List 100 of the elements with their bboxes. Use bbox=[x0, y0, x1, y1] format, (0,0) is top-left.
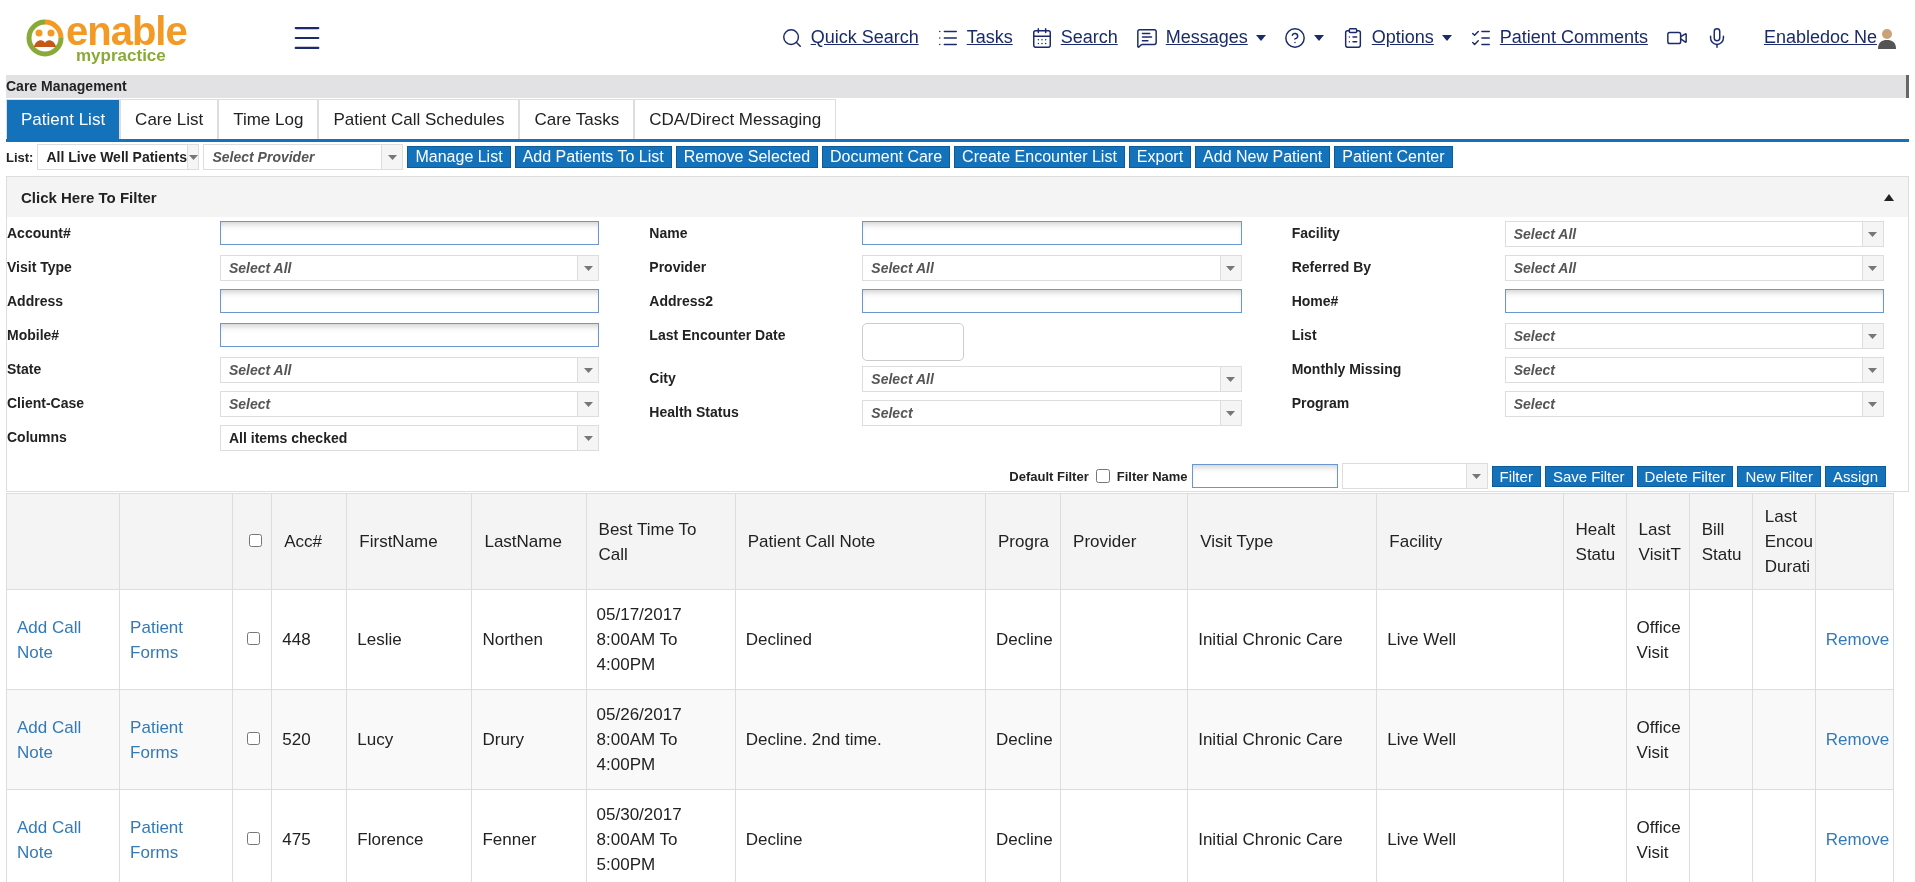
select-field[interactable]: Select All bbox=[220, 255, 600, 281]
caret-icon bbox=[1255, 34, 1266, 41]
select-field[interactable]: Select All bbox=[1504, 255, 1884, 281]
column-header: Last Encou Durati bbox=[1752, 493, 1816, 590]
table-cell: 05/30/2017 8:00AM To 5:00PM bbox=[586, 789, 736, 882]
tab[interactable]: Time Log bbox=[218, 99, 319, 139]
select-field[interactable]: Select bbox=[1504, 391, 1884, 417]
select-field[interactable]: Select All bbox=[862, 366, 1242, 392]
table-cell: 05/17/2017 8:00AM To 4:00PM bbox=[586, 589, 736, 690]
tab[interactable]: Care List bbox=[120, 99, 219, 139]
text-field[interactable] bbox=[862, 289, 1242, 313]
select-field[interactable]: Select bbox=[862, 400, 1242, 426]
checkbox[interactable] bbox=[1095, 469, 1110, 483]
column-header: Bill Statu bbox=[1689, 493, 1753, 590]
checkbox[interactable] bbox=[247, 832, 261, 845]
column-header: Facility bbox=[1376, 493, 1564, 590]
nav-icon-button[interactable] bbox=[1283, 26, 1324, 49]
field-label: Facility bbox=[1291, 224, 1341, 241]
table-cell: Declined bbox=[735, 589, 986, 690]
nav-link[interactable]: Patient Comments bbox=[1469, 26, 1648, 49]
action-button[interactable]: Export bbox=[1128, 146, 1192, 168]
filter-button[interactable]: Filter bbox=[1491, 465, 1541, 487]
text-field[interactable] bbox=[220, 221, 600, 245]
action-button[interactable]: Add Patients To List bbox=[514, 146, 672, 168]
dropdown-arrow-icon bbox=[583, 435, 593, 441]
nav-link[interactable]: Search bbox=[1030, 26, 1118, 49]
select-field[interactable]: All items checked bbox=[220, 425, 600, 451]
select-field[interactable]: Select Provider bbox=[203, 144, 404, 170]
filter-button[interactable]: Save Filter bbox=[1544, 465, 1633, 487]
field-label: Home# bbox=[1291, 292, 1340, 309]
dropdown-arrow-icon bbox=[583, 265, 593, 271]
action-button[interactable]: Add New Patient bbox=[1195, 146, 1331, 168]
nav-link[interactable]: Tasks bbox=[936, 26, 1013, 49]
table-cell: Decline bbox=[985, 789, 1061, 882]
table-cell: Florence bbox=[346, 789, 472, 882]
select-field[interactable] bbox=[1341, 463, 1488, 489]
table-cell: Northen bbox=[471, 589, 587, 690]
table-cell: 05/26/2017 8:00AM To 4:00PM bbox=[586, 689, 736, 790]
text-field[interactable] bbox=[1504, 289, 1884, 313]
checkbox[interactable] bbox=[247, 732, 261, 745]
select-field[interactable]: Select All bbox=[220, 357, 600, 383]
field-label: Monthly Missing bbox=[1291, 360, 1403, 377]
text-field[interactable] bbox=[862, 221, 1242, 245]
table-cell: Fenner bbox=[471, 789, 587, 882]
action-button[interactable]: Manage List bbox=[407, 146, 511, 168]
filter-button[interactable]: New Filter bbox=[1737, 465, 1821, 487]
text-field[interactable] bbox=[220, 323, 600, 347]
help-icon bbox=[1283, 26, 1306, 49]
field-label: Provider bbox=[649, 258, 708, 275]
nav-link[interactable]: Options bbox=[1341, 26, 1452, 49]
column-header: Progra bbox=[985, 493, 1061, 590]
action-button[interactable]: Document Care bbox=[822, 146, 951, 168]
tab[interactable]: Patient Call Schedules bbox=[318, 99, 520, 139]
table-cell: Office Visit bbox=[1626, 589, 1690, 690]
field-label: Address2 bbox=[649, 292, 715, 309]
filter-button[interactable]: Assign bbox=[1824, 465, 1886, 487]
field-label: List bbox=[1291, 326, 1318, 343]
column-header: FirstName bbox=[346, 493, 472, 590]
section-title: Care Management bbox=[6, 75, 1909, 98]
avatar-icon bbox=[1877, 26, 1897, 49]
field-label: Name bbox=[649, 224, 689, 241]
text-field[interactable] bbox=[220, 289, 600, 313]
filter-button[interactable]: Delete Filter bbox=[1636, 465, 1734, 487]
checkbox[interactable] bbox=[249, 534, 263, 547]
logo-tagline: mypractice bbox=[76, 47, 167, 64]
tab[interactable]: CDA/Direct Messaging bbox=[634, 99, 837, 139]
checkbox[interactable] bbox=[247, 632, 261, 645]
action-button[interactable]: Remove Selected bbox=[675, 146, 819, 168]
field-label: Visit Type bbox=[7, 258, 73, 275]
dropdown-arrow-icon bbox=[1226, 265, 1236, 271]
field-label: City bbox=[649, 369, 677, 386]
action-button[interactable]: Patient Center bbox=[1334, 146, 1453, 168]
tab[interactable]: Patient List bbox=[6, 99, 121, 139]
list-label: List: bbox=[6, 149, 34, 165]
filter-header[interactable]: Click Here To Filter bbox=[7, 177, 1908, 217]
dropdown-arrow-icon bbox=[1868, 401, 1878, 407]
action-button[interactable]: Create Encounter List bbox=[954, 146, 1125, 168]
select-field[interactable]: All Live Well Patients bbox=[37, 144, 200, 170]
nav-link[interactable]: Quick Search bbox=[780, 26, 919, 49]
column-header: Provider bbox=[1060, 493, 1188, 590]
select-field[interactable]: Select All bbox=[1504, 221, 1884, 247]
dropdown-arrow-icon bbox=[1226, 376, 1236, 382]
select-field[interactable]: Select bbox=[220, 391, 600, 417]
message-icon bbox=[1135, 26, 1158, 49]
date-field[interactable] bbox=[862, 323, 965, 361]
filter-name-label: Filter Name bbox=[1116, 468, 1188, 484]
nav-link[interactable]: Messages bbox=[1135, 26, 1266, 49]
user-link[interactable]: Enabledoc Ne bbox=[1763, 27, 1877, 48]
column-header: Last VisitT bbox=[1626, 493, 1690, 590]
table-cell: 475 bbox=[271, 789, 347, 882]
select-field[interactable]: Select All bbox=[862, 255, 1242, 281]
table-cell: Live Well bbox=[1376, 589, 1564, 690]
filter-name-field[interactable] bbox=[1191, 464, 1338, 488]
select-field[interactable]: Select bbox=[1504, 357, 1884, 383]
logo-icon bbox=[26, 18, 64, 57]
dropdown-arrow-icon bbox=[1472, 473, 1482, 479]
table-cell: Decline bbox=[735, 789, 986, 882]
table-cell: Office Visit bbox=[1626, 789, 1690, 882]
tab[interactable]: Care Tasks bbox=[519, 99, 635, 139]
select-field[interactable]: Select bbox=[1504, 323, 1884, 349]
